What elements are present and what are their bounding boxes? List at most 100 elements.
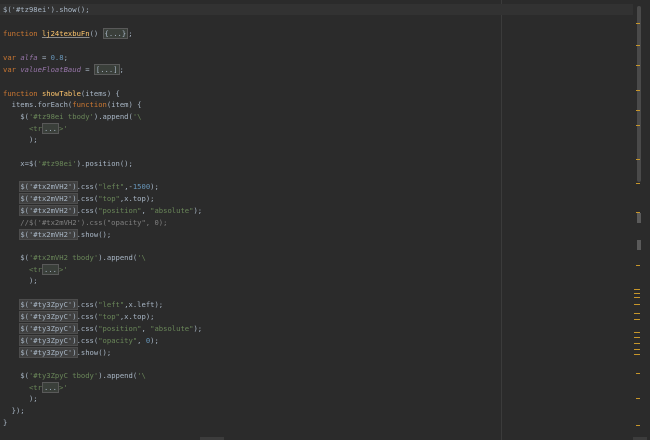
warning-marker[interactable] xyxy=(636,125,640,126)
code-line[interactable]: $('#tx2mVH2').css("left",-1500); xyxy=(3,181,633,192)
warning-marker[interactable] xyxy=(634,343,640,344)
code-token: "absolute" xyxy=(150,324,194,333)
code-line[interactable]: ); xyxy=(3,393,633,404)
code-line[interactable]: $('#ty3ZpyC tbody').append('\ xyxy=(3,370,633,381)
code-line[interactable]: }); xyxy=(3,405,633,416)
code-token: ).append( xyxy=(93,112,133,121)
folded-code-region[interactable]: ... xyxy=(41,264,59,275)
code-token: "left" xyxy=(98,300,125,309)
warning-marker[interactable] xyxy=(634,293,640,294)
scrollbar-thumb[interactable] xyxy=(637,6,641,182)
code-token: ).position(); xyxy=(76,159,133,168)
code-token: //$('#tx2mVH2').css("opacity", 0); xyxy=(3,218,168,227)
warning-marker[interactable] xyxy=(636,90,640,91)
folded-code-region[interactable]: ... xyxy=(41,123,59,134)
warning-marker[interactable] xyxy=(634,349,640,350)
code-token: var xyxy=(3,53,21,62)
warning-marker[interactable] xyxy=(636,398,640,399)
code-token: ).append( xyxy=(98,253,138,262)
code-token: "absolute" xyxy=(150,206,194,215)
code-line[interactable]: ); xyxy=(3,134,633,145)
code-line[interactable]: $('#ty3ZpyC').css("opacity", 0); xyxy=(3,335,633,346)
code-token: .css( xyxy=(76,194,99,203)
code-token: $('#tz98ei').show(); xyxy=(3,5,90,14)
highlight-marker xyxy=(637,240,641,250)
code-line[interactable]: $('#ty3ZpyC').css("top",x.top); xyxy=(3,311,633,322)
warning-marker[interactable] xyxy=(636,425,640,426)
warning-marker[interactable] xyxy=(636,23,640,24)
code-line[interactable]: $('#ty3ZpyC').show(); xyxy=(3,347,633,358)
code-token: 1500 xyxy=(132,182,151,191)
code-token: "position" xyxy=(98,206,142,215)
code-token: "left" xyxy=(98,182,125,191)
code-line[interactable]: $('#tx2mVH2').show(); xyxy=(3,229,633,240)
warning-marker[interactable] xyxy=(634,332,640,333)
folded-code-region[interactable]: [...] xyxy=(93,64,120,75)
warning-marker[interactable] xyxy=(636,373,640,374)
code-token: $( xyxy=(3,253,29,262)
code-token: $('#ty3ZpyC') xyxy=(19,299,78,310)
warning-marker[interactable] xyxy=(636,183,640,184)
code-token: ); xyxy=(3,276,38,285)
highlight-marker xyxy=(637,213,641,223)
code-token: ); xyxy=(193,206,203,215)
code-line[interactable]: <tr... >' xyxy=(3,123,633,134)
code-token: .show(); xyxy=(76,230,112,239)
code-line[interactable]: items.forEach(function(item) { xyxy=(3,99,633,110)
code-line[interactable]: var valueFloatBaud = [...]; xyxy=(3,64,633,75)
warning-marker[interactable] xyxy=(636,159,640,160)
code-line[interactable]: //$('#tx2mVH2').css("opacity", 0); xyxy=(3,217,633,228)
code-token: (items) { xyxy=(80,89,120,98)
warning-marker[interactable] xyxy=(634,313,640,314)
code-line[interactable]: function showTable(items) { xyxy=(3,88,633,99)
code-token: } xyxy=(3,418,8,427)
code-token: >' xyxy=(58,265,68,274)
code-token: ,- xyxy=(124,182,133,191)
warning-marker[interactable] xyxy=(634,297,640,298)
code-token: function xyxy=(3,29,42,38)
code-line[interactable]: x=$('#tz98ei').position(); xyxy=(3,158,633,169)
code-token: $('#ty3ZpyC') xyxy=(19,311,78,322)
code-token: , xyxy=(137,336,146,345)
code-line[interactable]: $('#tx2mVH2').css("top",x.top); xyxy=(3,193,633,204)
code-token: '#ty3ZpyC tbody' xyxy=(28,371,99,380)
folded-code-region[interactable]: {...} xyxy=(102,28,129,39)
code-token: .css( xyxy=(76,206,99,215)
code-line[interactable]: $('#ty3ZpyC').css("left",x.left); xyxy=(3,299,633,310)
code-token: (item) { xyxy=(106,100,142,109)
code-line[interactable]: $('#tx2mVH2').css("position", "absolute"… xyxy=(3,205,633,216)
warning-marker[interactable] xyxy=(634,304,640,305)
code-line[interactable]: } xyxy=(3,417,633,428)
code-token: ); xyxy=(150,182,159,191)
code-token: .css( xyxy=(76,300,99,309)
code-line[interactable]: $('#ty3ZpyC').css("position", "absolute"… xyxy=(3,323,633,334)
code-line[interactable]: $('#tx2mVH2 tbody').append('\ xyxy=(3,252,633,263)
warning-marker[interactable] xyxy=(634,319,640,320)
code-token: ); xyxy=(3,135,38,144)
code-line[interactable]: <tr... >' xyxy=(3,264,633,275)
code-line[interactable]: ); xyxy=(3,275,633,286)
code-token: '#tz98ei tbody' xyxy=(28,112,94,121)
warning-marker[interactable] xyxy=(636,65,640,66)
warning-marker[interactable] xyxy=(636,265,640,266)
warning-marker[interactable] xyxy=(634,354,640,355)
code-line[interactable]: function lj24texbuFn() {...}; xyxy=(3,28,633,39)
code-line[interactable]: $('#tz98ei tbody').append('\ xyxy=(3,111,633,122)
code-line[interactable]: $('#tz98ei').show(); xyxy=(0,4,633,15)
warning-marker[interactable] xyxy=(636,110,640,111)
folded-code-region[interactable]: ... xyxy=(41,382,59,393)
code-editor[interactable]: $('#tz98ei').show(); function lj24texbuFn… xyxy=(0,0,650,440)
code-line[interactable]: var alfa = 0.8; xyxy=(3,52,633,63)
warning-marker[interactable] xyxy=(636,45,640,46)
warning-marker[interactable] xyxy=(634,337,640,338)
code-token: "opacity" xyxy=(98,336,138,345)
code-token: >' xyxy=(58,124,68,133)
code-token: <tr xyxy=(3,124,42,133)
warning-marker[interactable] xyxy=(634,289,640,290)
code-line[interactable]: <tr... >' xyxy=(3,382,633,393)
code-token: .css( xyxy=(76,182,99,191)
code-token: $( xyxy=(3,371,29,380)
code-token: '\ xyxy=(137,371,146,380)
